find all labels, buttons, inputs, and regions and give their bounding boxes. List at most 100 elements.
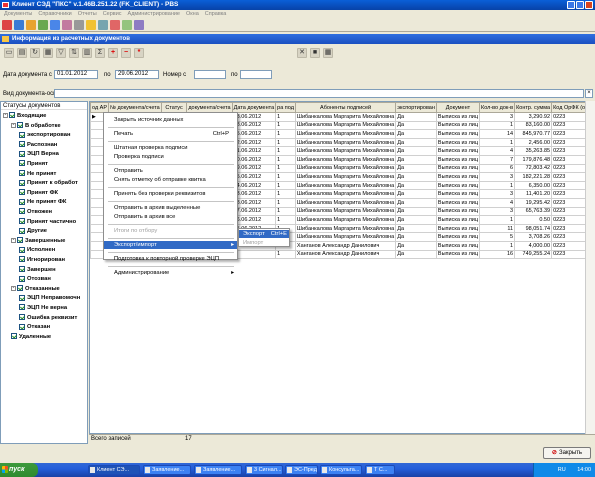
taskbar-button[interactable]: 3 Сигнал... (245, 465, 283, 475)
tree-checkbox[interactable] (19, 266, 25, 273)
tree-node[interactable]: ЭЦП Верна (19, 150, 59, 158)
tree-node[interactable]: Другие (19, 227, 47, 235)
context-menu-item[interactable]: Печать Ctrl+P (104, 130, 237, 138)
tree-checkbox[interactable] (17, 285, 23, 292)
base-doc-field[interactable] (54, 89, 584, 98)
tree-checkbox[interactable] (19, 179, 25, 186)
tree-checkbox[interactable] (19, 131, 25, 138)
tree-checkbox[interactable] (19, 304, 25, 311)
tree-checkbox[interactable] (17, 122, 23, 129)
column-header[interactable]: Документ (435, 102, 481, 113)
tree-checkbox[interactable] (19, 189, 25, 196)
menu-help[interactable]: Справка (205, 10, 227, 18)
start-button[interactable]: пуск (0, 463, 38, 477)
taskbar-button[interactable]: Клиент СЭ... (88, 465, 140, 475)
doc-icon[interactable] (38, 20, 48, 30)
tree-checkbox[interactable] (19, 160, 25, 167)
taskbar-button[interactable]: Заявление... (143, 465, 191, 475)
tree-node[interactable]: Ошибка реквизит (19, 314, 77, 322)
column-header[interactable]: экспортирован (395, 102, 437, 113)
print-icon[interactable] (74, 20, 84, 30)
menu-documents[interactable]: Документы (4, 10, 32, 18)
context-menu-item[interactable]: Экспорт/импорт ▸ (104, 241, 237, 249)
menu-service[interactable]: Сервис (103, 10, 122, 18)
taskbar-button[interactable]: Т С... (365, 465, 395, 475)
tree-node[interactable]: Отвожен (19, 208, 52, 216)
add-icon[interactable]: + (108, 47, 118, 58)
tree-node[interactable]: Принят к обработ (19, 179, 78, 187)
mail-icon[interactable] (50, 20, 60, 30)
tree-checkbox[interactable] (19, 227, 25, 234)
date-to-field[interactable]: 29.06.2012 (115, 70, 159, 79)
tree-checkbox[interactable] (19, 218, 25, 225)
table-icon[interactable]: ▦ (323, 47, 333, 58)
refresh-icon[interactable]: ↻ (30, 47, 40, 58)
remove-icon[interactable]: − (121, 47, 131, 58)
menu-directories[interactable]: Справочники (38, 10, 71, 18)
number-to-field[interactable] (240, 70, 272, 79)
column-header[interactable]: од АР (90, 102, 110, 113)
tree-checkbox[interactable] (9, 112, 15, 119)
tree-node[interactable]: Исполнен (19, 246, 55, 254)
close-button[interactable]: ⊘ Закрыть (543, 447, 591, 459)
column-header[interactable]: ра под (275, 102, 296, 113)
number-from-field[interactable] (194, 70, 226, 79)
tree-node[interactable]: Игнорирован (19, 256, 65, 264)
folder-icon[interactable] (26, 20, 36, 30)
tree-checkbox[interactable] (19, 141, 25, 148)
menu-windows[interactable]: Окна (186, 10, 199, 18)
tree-checkbox[interactable] (19, 314, 25, 321)
column-header[interactable]: документа/счета (186, 102, 233, 113)
clear-icon[interactable]: × (585, 89, 593, 98)
tree-node[interactable]: ЭЦП Не верна (19, 304, 67, 312)
collapse-icon[interactable]: - (3, 112, 8, 118)
tree-checkbox[interactable] (19, 208, 25, 215)
sum-icon[interactable]: Σ (95, 47, 105, 58)
taskbar-button[interactable]: Консульта... (320, 465, 362, 475)
tree-node[interactable]: Принят ФК (19, 189, 58, 197)
tree-checkbox[interactable] (19, 246, 25, 253)
book-icon[interactable]: ■ (310, 47, 320, 58)
context-menu-item[interactable]: Проверка подписи (104, 153, 237, 161)
column-header[interactable]: Дата документа (231, 102, 277, 113)
new-doc-icon[interactable]: ▭ (4, 47, 14, 58)
menu-administration[interactable]: Администрирование (128, 10, 180, 18)
context-menu-item[interactable]: Отправить в архив выделенные (104, 204, 237, 212)
tree-node[interactable]: Не принят ФК (19, 198, 66, 206)
column-header[interactable]: Кол-во док-в (478, 102, 516, 113)
context-menu-item[interactable]: Администрирование ▸ (104, 269, 237, 277)
tree-node[interactable]: Отозван (19, 275, 51, 283)
users-icon[interactable] (134, 20, 144, 30)
close-window-button[interactable] (585, 1, 593, 9)
tree-checkbox[interactable] (17, 237, 23, 244)
context-menu-item[interactable]: Отправить в архив все (104, 213, 237, 221)
tree-node[interactable]: ЭЦП Неправомочн (19, 294, 80, 302)
tree-node[interactable]: - Отказанные (11, 285, 60, 293)
tree-checkbox[interactable] (19, 256, 25, 263)
context-menu-item[interactable]: Снять отметку об отправке квитка (104, 176, 237, 184)
archive-icon[interactable] (98, 20, 108, 30)
sort-icon[interactable]: ⇅ (69, 47, 79, 58)
tree-node[interactable]: - В обработке (11, 122, 61, 130)
submenu-item[interactable]: Экспорт Ctrl+E (239, 230, 289, 238)
tree-checkbox[interactable] (19, 150, 25, 157)
tree-checkbox[interactable] (19, 198, 25, 205)
taskbar-button[interactable]: Заявление... (194, 465, 242, 475)
context-menu-item[interactable]: Подготовка к повторной проверке ЭЦП (104, 255, 237, 263)
tree-node[interactable]: Отказан (19, 323, 50, 331)
tree-node[interactable]: Не принят (19, 170, 56, 178)
tree-node[interactable]: Распознан (19, 141, 57, 149)
key-icon[interactable] (86, 20, 96, 30)
column-header[interactable]: № документа/счета (108, 102, 162, 113)
tree-checkbox[interactable] (19, 323, 25, 330)
tree-checkbox[interactable] (19, 275, 25, 282)
table-icon[interactable] (122, 20, 132, 30)
book-icon[interactable] (110, 20, 120, 30)
tree-node[interactable]: - Завершенные (11, 237, 65, 245)
columns-icon[interactable]: ▥ (82, 47, 92, 58)
column-header[interactable]: Статус (160, 102, 188, 113)
date-from-field[interactable]: 01.01.2012 (54, 70, 98, 79)
column-header[interactable]: Абоненты подписей (294, 102, 397, 113)
tree-node[interactable]: Завершен (19, 266, 56, 274)
tree-node[interactable]: - Входящие (3, 112, 46, 120)
